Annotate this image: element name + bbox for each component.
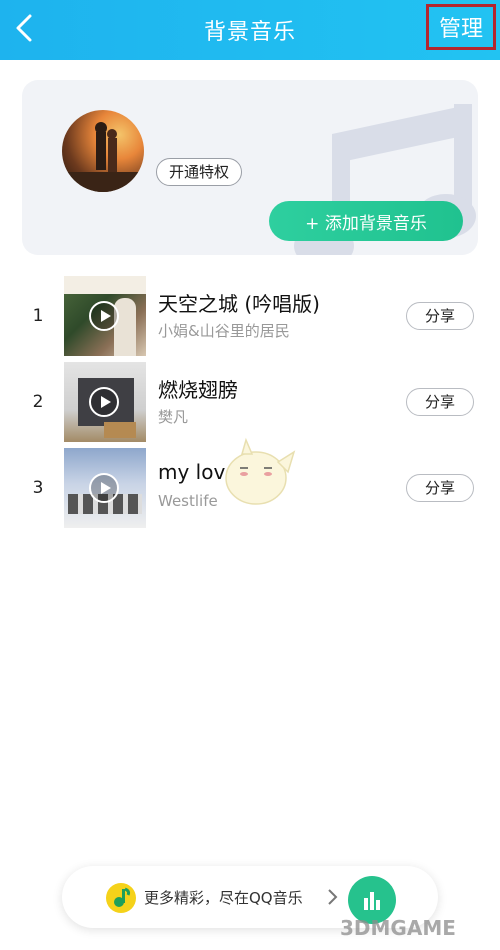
manage-button[interactable]: 管理 <box>426 4 496 50</box>
avatar[interactable] <box>62 110 144 192</box>
album-cover[interactable] <box>64 362 146 442</box>
qq-music-logo <box>106 883 136 913</box>
background-music-card: 开通特权 + 添加背景音乐 <box>22 80 478 255</box>
play-icon[interactable] <box>88 386 120 418</box>
song-title: 燃烧翅膀 <box>158 378 238 402</box>
header-bar: 背景音乐 管理 <box>0 0 500 60</box>
mascot-sticker <box>225 437 296 505</box>
share-button[interactable]: 分享 <box>406 474 474 502</box>
banner-text: 更多精彩，尽在QQ音乐 <box>144 889 303 907</box>
song-index: 1 <box>32 306 44 326</box>
album-cover[interactable] <box>64 448 146 528</box>
list-item[interactable]: 1 天空之城 (吟唱版) 小娟&山谷里的居民 分享 <box>0 276 500 358</box>
song-index: 3 <box>32 478 44 498</box>
share-button[interactable]: 分享 <box>406 388 474 416</box>
add-background-music-button[interactable]: + 添加背景音乐 <box>269 201 463 241</box>
song-artist: 樊凡 <box>158 408 189 426</box>
play-icon[interactable] <box>88 472 120 504</box>
play-icon[interactable] <box>88 300 120 332</box>
song-index: 2 <box>32 392 44 412</box>
song-artist: Westlife <box>158 492 218 510</box>
song-title: 天空之城 (吟唱版) <box>158 292 320 316</box>
page-title: 背景音乐 <box>203 20 296 45</box>
watermark: 3DMGAME <box>340 916 456 940</box>
share-button[interactable]: 分享 <box>406 302 474 330</box>
vip-privilege-button[interactable]: 开通特权 <box>156 158 243 186</box>
chevron-right-icon <box>328 889 338 905</box>
song-artist: 小娟&山谷里的居民 <box>158 322 290 340</box>
album-cover[interactable] <box>64 276 146 356</box>
